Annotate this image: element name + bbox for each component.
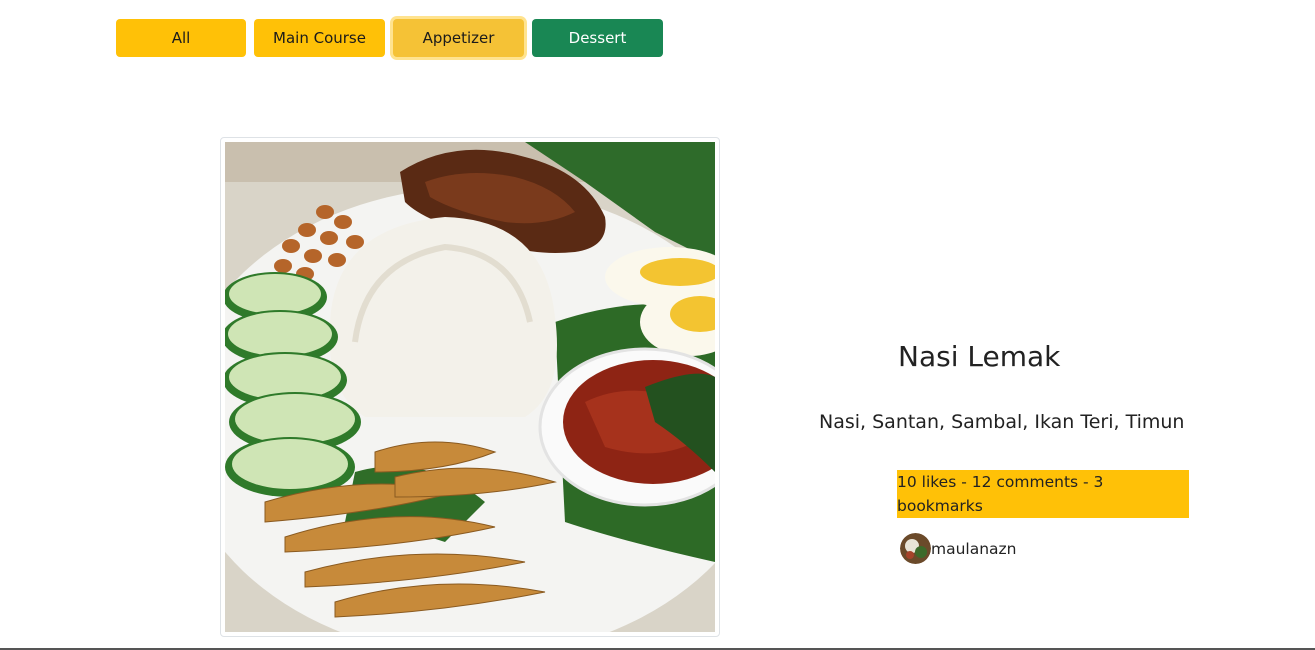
recipe-stats-badge: 10 likes - 12 comments - 3 bookmarks <box>897 470 1189 518</box>
filter-all-button[interactable]: All <box>116 19 246 57</box>
filter-main-course-button[interactable]: Main Course <box>254 19 385 57</box>
recipe-image[interactable] <box>220 137 720 637</box>
recipe-author[interactable]: maulanazn <box>900 533 1017 564</box>
recipe-page: All Main Course Appetizer Dessert Nasi L… <box>0 0 1315 650</box>
recipe-title: Nasi Lemak <box>898 340 1061 373</box>
recipe-ingredients: Nasi, Santan, Sambal, Ikan Teri, Timun <box>819 411 1185 433</box>
filter-appetizer-button[interactable]: Appetizer <box>393 19 524 57</box>
category-filter-bar: All Main Course Appetizer Dessert <box>116 19 663 57</box>
filter-dessert-button[interactable]: Dessert <box>532 19 663 57</box>
avatar <box>900 533 931 564</box>
nasi-lemak-photo <box>225 142 715 632</box>
author-username[interactable]: maulanazn <box>931 540 1017 558</box>
